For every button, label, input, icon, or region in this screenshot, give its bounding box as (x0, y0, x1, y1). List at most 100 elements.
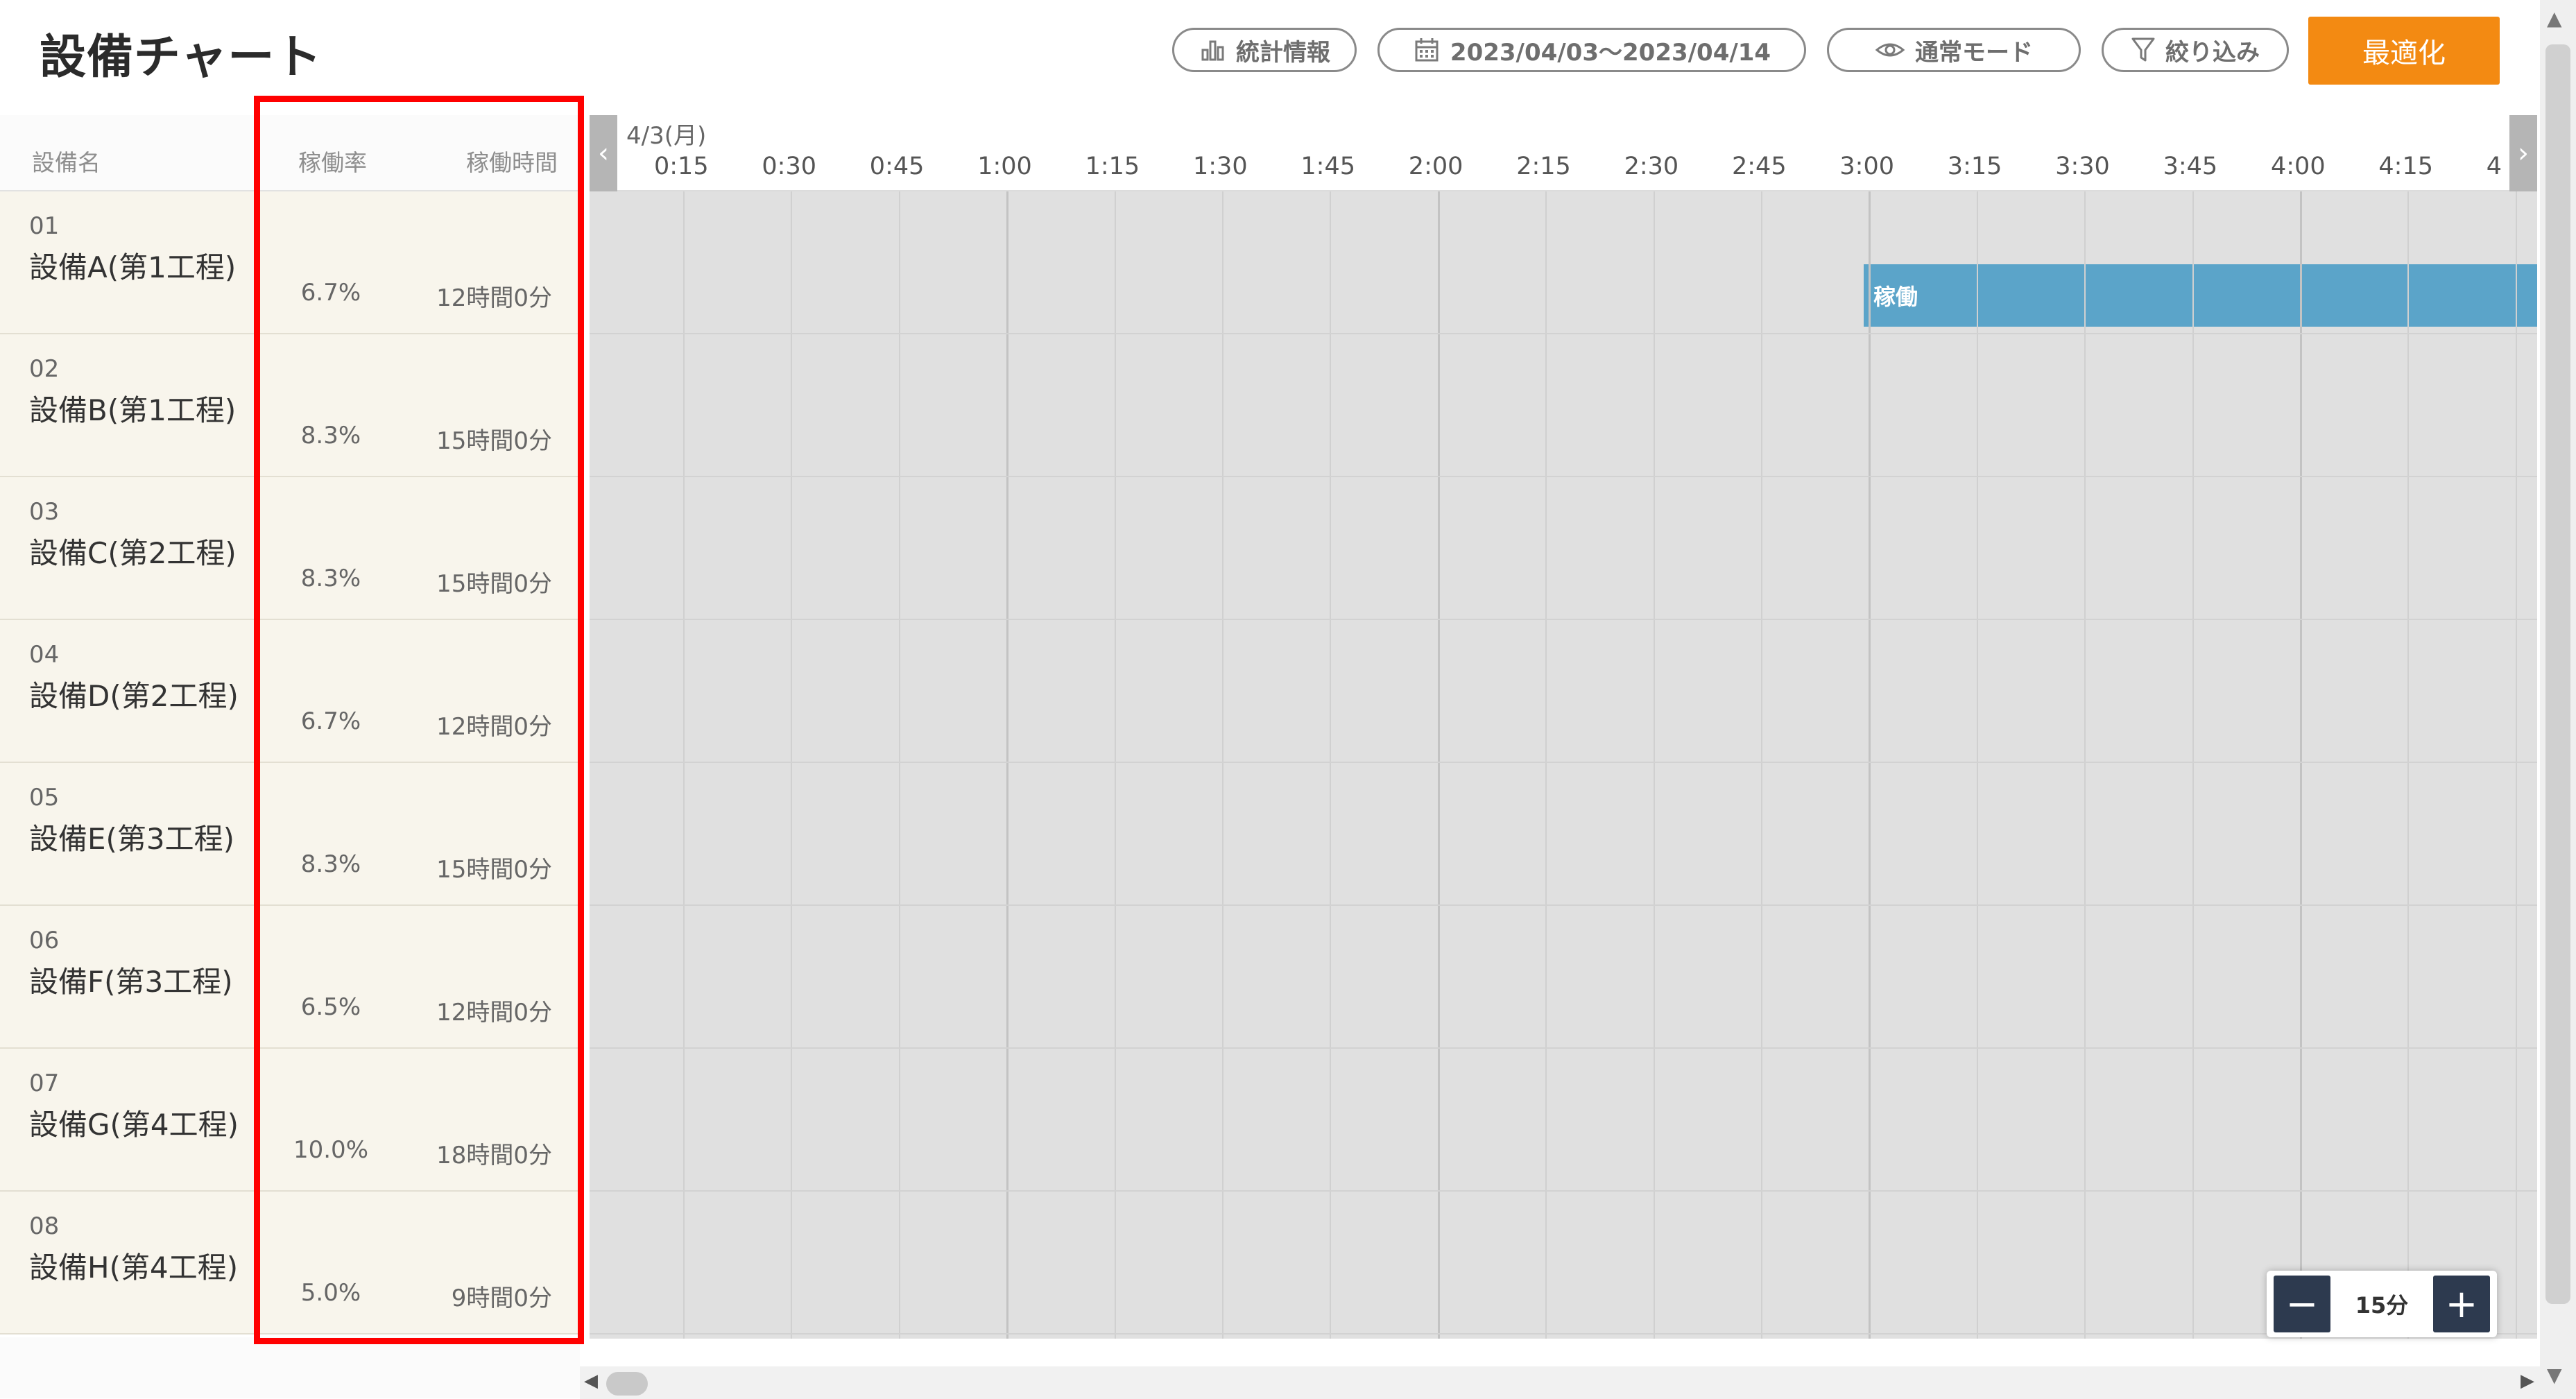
timeline-tick: 0:15 (654, 153, 709, 180)
operating-time: 9時間0分 (451, 1285, 552, 1312)
horizontal-scrollbar[interactable]: ◀ ▶ (580, 1366, 2540, 1399)
chevron-left-icon: ‹ (598, 137, 609, 169)
grid-line (1976, 191, 1978, 1339)
equipment-code: 02 (29, 355, 60, 383)
operating-time: 15時間0分 (436, 856, 552, 884)
equipment-code: 08 (29, 1212, 60, 1240)
timeline-tick: 4:15 (2378, 153, 2433, 180)
date-range-button[interactable]: 2023/04/03〜2023/04/14 (1377, 28, 1806, 72)
grid-line (1653, 191, 1655, 1339)
timeline-date: 4/3(月) (626, 122, 707, 150)
equipment-name: 設備H(第4工程) (29, 1251, 239, 1285)
timeline-tick: 2:30 (1624, 153, 1679, 180)
grid-line (1222, 191, 1223, 1339)
scroll-down-arrow-icon[interactable]: ▼ (2547, 1364, 2562, 1387)
table-row[interactable]: 06 設備F(第3工程) 6.5% 12時間0分 (0, 906, 580, 1049)
operating-time: 12時間0分 (436, 284, 552, 312)
table-row[interactable]: 08 設備H(第4工程) 5.0% 9時間0分 (0, 1192, 580, 1334)
grid-line (1006, 191, 1009, 1339)
timeline-tick: 3:45 (2163, 153, 2218, 180)
vertical-scrollbar[interactable]: ▲ ▼ (2540, 0, 2576, 1399)
table-row[interactable]: 07 設備G(第4工程) 10.0% 18時間0分 (0, 1049, 580, 1192)
column-header-rate: 稼働率 (298, 149, 367, 176)
grid-line (2084, 191, 2086, 1339)
timeline-tick: 2:45 (1732, 153, 1787, 180)
zoom-out-button[interactable]: − (2274, 1276, 2330, 1332)
timeline-tick: 3:30 (2055, 153, 2110, 180)
utilization-rate: 6.5% (300, 993, 361, 1021)
scroll-left-arrow-icon[interactable]: ◀ (584, 1371, 598, 1391)
stats-label: 統計情報 (1236, 38, 1330, 67)
column-header-time: 稼働時間 (466, 149, 558, 176)
grid-line (791, 191, 793, 1339)
bar-chart-icon (1199, 36, 1226, 64)
filter-icon (2131, 36, 2156, 64)
equipment-code: 07 (29, 1070, 60, 1097)
zoom-in-button[interactable]: + (2432, 1276, 2490, 1332)
operation-bar-label: 稼働 (1873, 284, 1918, 310)
utilization-rate: 6.7% (300, 707, 361, 735)
scroll-right-arrow-icon[interactable]: ▶ (2521, 1371, 2534, 1391)
filter-label: 絞り込み (2165, 38, 2260, 67)
gantt-grid[interactable]: 稼働 (590, 191, 2537, 1339)
equipment-name: 設備E(第3工程) (29, 822, 235, 856)
equipment-name: 設備G(第4工程) (29, 1108, 239, 1142)
filter-button[interactable]: 絞り込み (2102, 28, 2289, 72)
timeline-tick: 2:00 (1408, 153, 1463, 180)
scroll-up-arrow-icon[interactable]: ▲ (2547, 7, 2562, 30)
operating-time: 15時間0分 (436, 570, 552, 598)
operating-time: 15時間0分 (436, 427, 552, 455)
utilization-rate: 8.3% (300, 422, 361, 449)
row-divider (590, 1333, 2537, 1334)
horizontal-scroll-thumb[interactable] (606, 1372, 648, 1396)
grid-line (683, 191, 685, 1339)
row-divider (590, 1190, 2537, 1192)
utilization-rate: 8.3% (300, 850, 361, 878)
table-row[interactable]: 04 設備D(第2工程) 6.7% 12時間0分 (0, 620, 580, 763)
grid-line (2407, 191, 2410, 1339)
zoom-level: 15分 (2355, 1292, 2409, 1319)
table-row[interactable]: 03 設備C(第2工程) 8.3% 15時間0分 (0, 477, 580, 620)
gantt-chart: ‹ 4/3(月) 0:15 0:30 0:45 1:00 1:15 1:30 1:45 2:0… (590, 115, 2537, 1339)
timeline-tick: 3:00 (1839, 153, 1894, 180)
grid-line (2300, 191, 2302, 1339)
vertical-scroll-thumb[interactable] (2545, 44, 2570, 1304)
optimize-button[interactable]: 最適化 (2308, 17, 2500, 85)
row-divider (590, 476, 2537, 477)
equipment-code: 05 (29, 784, 60, 812)
column-header-name: 設備名 (32, 149, 101, 176)
page-title: 設備チャート (40, 30, 323, 84)
operating-time: 18時間0分 (436, 1142, 552, 1169)
equipment-name: 設備B(第1工程) (29, 393, 237, 427)
utilization-rate: 10.0% (293, 1136, 368, 1164)
operation-bar[interactable]: 稼働 (1864, 264, 2537, 327)
grid-line (898, 191, 900, 1339)
mode-button[interactable]: 通常モード (1827, 28, 2081, 72)
equipment-code: 06 (29, 927, 60, 954)
scroll-left-button[interactable]: ‹ (590, 115, 617, 191)
table-row[interactable]: 01 設備A(第1工程) 6.7% 12時間0分 (0, 191, 580, 334)
stats-button[interactable]: 統計情報 (1172, 28, 1357, 72)
row-divider (590, 619, 2537, 620)
scroll-right-button[interactable]: › (2509, 115, 2537, 191)
table-row[interactable]: 05 設備E(第3工程) 8.3% 15時間0分 (0, 763, 580, 906)
chevron-right-icon: › (2518, 137, 2529, 169)
grid-line (1545, 191, 1547, 1339)
grid-line (1330, 191, 1332, 1339)
grid-line (2192, 191, 2194, 1339)
equipment-name: 設備A(第1工程) (29, 250, 237, 284)
equipment-name: 設備C(第2工程) (29, 536, 237, 570)
timeline-tick: 0:30 (762, 153, 816, 180)
grid-line (2515, 191, 2517, 1339)
timeline-header: ‹ 4/3(月) 0:15 0:30 0:45 1:00 1:15 1:30 1:45 2:0… (590, 115, 2537, 191)
grid-line (1437, 191, 1440, 1339)
row-divider (590, 333, 2537, 334)
calendar-icon (1413, 36, 1441, 64)
zoom-control: − 15分 + (2267, 1271, 2497, 1337)
timeline-tick: 2:15 (1516, 153, 1571, 180)
row-divider (590, 904, 2537, 906)
table-row[interactable]: 02 設備B(第1工程) 8.3% 15時間0分 (0, 334, 580, 477)
timeline-tick: 3:15 (1947, 153, 2002, 180)
grid-line (1869, 191, 1871, 1339)
date-range-label: 2023/04/03〜2023/04/14 (1450, 38, 1771, 67)
